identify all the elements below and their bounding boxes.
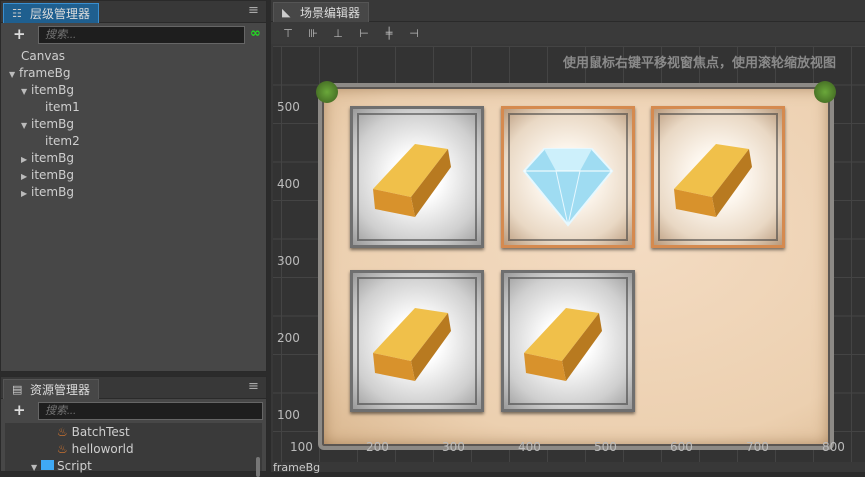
scene-editor-panel: ◣ 场景编辑器 ⊤ ⊪ ⊥ ⊢ ╪ ⊣ 使用鼠标右键平移视窗焦点，使用滚轮缩放视图…: [271, 0, 865, 474]
node-label: item2: [45, 134, 80, 148]
tab-scene-editor[interactable]: ◣ 场景编辑器: [273, 2, 370, 22]
tree-node[interactable]: item2: [45, 133, 80, 150]
clipboard-icon: ▤: [12, 383, 23, 396]
tab-assets[interactable]: ▤ 资源管理器: [3, 379, 100, 399]
add-node-button[interactable]: +: [13, 25, 26, 43]
align-bottom-icon[interactable]: ⊥: [331, 27, 345, 40]
tree-node[interactable]: ▶ itemBg: [21, 184, 74, 201]
leaf-corner-ornament: [316, 81, 338, 103]
item-card[interactable]: [350, 106, 484, 248]
scene-canvas[interactable]: 使用鼠标右键平移视窗焦点，使用滚轮缩放视图 100 200 300 400 500 600…: [273, 46, 865, 462]
scrollbar[interactable]: [256, 457, 260, 477]
caret-down-icon[interactable]: ▼: [9, 66, 19, 83]
x-tick-label: 300: [442, 440, 465, 454]
tree-node[interactable]: item1: [45, 99, 80, 116]
assets-search-input[interactable]: [38, 402, 263, 420]
scene-tabbar: ◣ 场景编辑器: [271, 0, 865, 22]
hierarchy-panel: ☷层级管理器 ≡ + ∞ Canvas▼frameBg▼itemBgitem1▼…: [0, 0, 267, 372]
assets-list: ♨ BatchTest ♨ helloworld ▼ Script: [5, 423, 262, 477]
tab-label: 场景编辑器: [300, 6, 361, 20]
y-tick-label: 300: [277, 254, 300, 268]
item-card[interactable]: [350, 270, 484, 412]
y-tick-label: 200: [277, 331, 300, 345]
caret-right-icon[interactable]: ▶: [21, 151, 31, 168]
scene-icon: ◣: [282, 6, 291, 19]
diamond-icon: [522, 148, 614, 227]
hierarchy-icon: ☷: [12, 7, 22, 20]
scene-hint: 使用鼠标右键平移视窗焦点，使用滚轮缩放视图: [563, 56, 837, 71]
tab-label: 资源管理器: [30, 383, 91, 397]
assets-panel: ▤ 资源管理器 ≡ + ♨ BatchTest ♨ helloworld ▼ Scr…: [0, 376, 267, 477]
assets-tabbar: ▤ 资源管理器 ≡: [1, 377, 266, 399]
leaf-corner-ornament: [814, 81, 836, 103]
gold-bar-icon: [373, 144, 451, 217]
hierarchy-search-row: + ∞: [1, 24, 266, 46]
menu-icon[interactable]: ≡: [248, 380, 260, 393]
y-tick-label: 500: [277, 100, 300, 114]
list-item[interactable]: ▼ Script: [31, 458, 92, 475]
folder-icon: [41, 460, 54, 470]
node-label: itemBg: [31, 117, 74, 131]
fire-icon: ♨: [57, 425, 68, 439]
tab-label: 层级管理器: [30, 7, 91, 21]
item-label: helloworld: [71, 442, 134, 456]
item-label: Script: [57, 459, 92, 473]
x-tick-label: 700: [746, 440, 769, 454]
align-toolbar: ⊤ ⊪ ⊥ ⊢ ╪ ⊣: [271, 22, 865, 44]
menu-icon[interactable]: ≡: [248, 4, 260, 17]
tree-node[interactable]: ▶ itemBg: [21, 150, 74, 167]
assets-search-row: +: [1, 400, 266, 422]
tree-node[interactable]: Canvas: [21, 48, 65, 65]
x-tick-label: 100: [290, 440, 313, 454]
tree-node[interactable]: ▼ itemBg: [21, 116, 74, 133]
tree-node[interactable]: ▼ itemBg: [21, 82, 74, 99]
add-asset-button[interactable]: +: [13, 401, 26, 419]
x-tick-label: 400: [518, 440, 541, 454]
list-item[interactable]: ♨ helloworld: [57, 441, 134, 458]
node-label: item1: [45, 100, 80, 114]
y-tick-label: 100: [277, 408, 300, 422]
gold-bar-icon: [373, 308, 451, 381]
caret-down-icon[interactable]: ▼: [21, 83, 31, 100]
gold-bar-icon: [674, 144, 752, 217]
node-label: itemBg: [31, 151, 74, 165]
fire-icon: ♨: [57, 442, 68, 456]
node-label: frameBg: [19, 66, 71, 80]
caret-right-icon[interactable]: ▶: [21, 168, 31, 185]
expand-arrow-icon[interactable]: ▼: [31, 459, 41, 476]
x-tick-label: 200: [366, 440, 389, 454]
tree-node[interactable]: ▶ itemBg: [21, 167, 74, 184]
align-hcenter-icon[interactable]: ╪: [382, 27, 396, 40]
caret-down-icon[interactable]: ▼: [21, 117, 31, 134]
y-tick-label: 400: [277, 177, 300, 191]
node-label: itemBg: [31, 168, 74, 182]
node-label: itemBg: [31, 185, 74, 199]
item-label: BatchTest: [71, 425, 130, 439]
hierarchy-tabbar: ☷ 层级管理器 ≡: [1, 1, 266, 23]
align-vcenter-icon[interactable]: ⊪: [306, 27, 320, 40]
align-left-icon[interactable]: ⊢: [357, 27, 371, 40]
frame-bg[interactable]: [316, 81, 836, 450]
status-bar: frameBg: [273, 461, 321, 474]
item-card[interactable]: [501, 270, 635, 412]
x-tick-label: 500: [594, 440, 617, 454]
list-item[interactable]: ♨ BatchTest: [57, 424, 130, 441]
link-icon[interactable]: ∞: [250, 26, 261, 41]
x-tick-label: 600: [670, 440, 693, 454]
caret-right-icon[interactable]: ▶: [21, 185, 31, 202]
item-card[interactable]: [651, 106, 785, 248]
node-label: itemBg: [31, 83, 74, 97]
node-label: Canvas: [21, 49, 66, 63]
tree-node[interactable]: ▼ frameBg: [9, 65, 70, 82]
align-right-icon[interactable]: ⊣: [407, 27, 421, 40]
item-card[interactable]: [501, 106, 635, 248]
x-tick-label: 800: [822, 440, 845, 454]
hierarchy-search-input[interactable]: [38, 26, 245, 44]
align-top-icon[interactable]: ⊤: [281, 27, 295, 40]
gold-bar-icon: [524, 308, 602, 381]
tab-hierarchy[interactable]: ☷ 层级管理器: [3, 3, 100, 23]
